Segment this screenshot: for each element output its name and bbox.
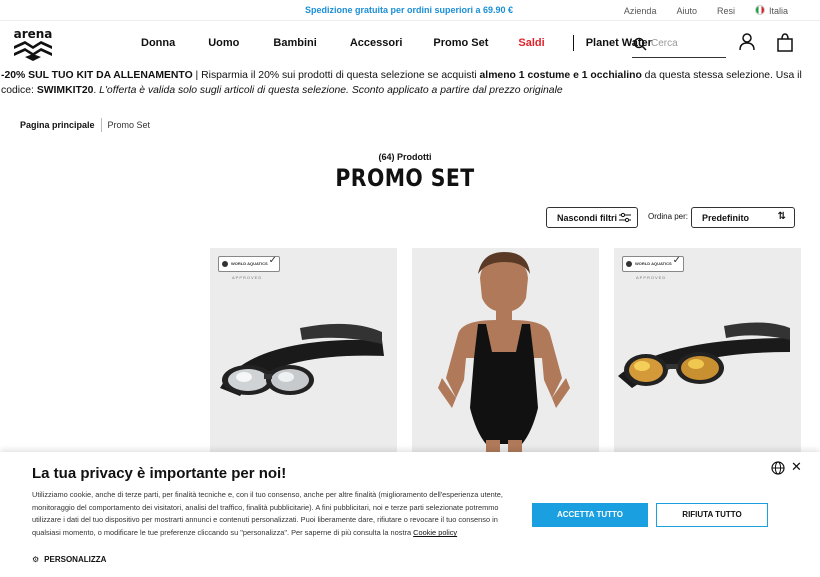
cookie-title: La tua privacy è importante per noi! <box>32 465 287 482</box>
sort-arrows-icon: ⇅ <box>777 211 786 222</box>
reject-all-button[interactable]: RIFIUTA TUTTO <box>656 503 768 527</box>
link-resi[interactable]: Resi <box>717 6 735 16</box>
gear-icon: ⚙ <box>32 555 40 564</box>
sort-select[interactable]: Predefinito ⇅ <box>691 207 795 228</box>
cookie-policy-link[interactable]: Cookie policy <box>413 528 457 537</box>
main-nav: Donna Uomo Bambini Accessori Promo Set S… <box>141 35 652 51</box>
nav-accessori[interactable]: Accessori <box>350 37 403 51</box>
page-title: PROMO SET <box>335 164 475 192</box>
country-label: Italia <box>768 6 788 16</box>
offer-note: L'offerta è valida solo sugli articoli d… <box>99 85 563 96</box>
product-card-1[interactable]: WORLD AQUATICS ✓ APPROVED <box>210 248 397 454</box>
main-header: arena Donna Uomo Bambini Accessori Promo… <box>0 21 820 67</box>
hide-filters-label: Nascondi filtri <box>557 213 618 223</box>
hide-filters-button[interactable]: Nascondi filtri <box>546 207 638 228</box>
cookie-body: Utilizziamo cookie, anche di terze parti… <box>32 489 517 540</box>
italy-flag-icon <box>754 5 765 15</box>
personalize-label: PERSONALIZZA <box>44 555 107 564</box>
nav-promo-set[interactable]: Promo Set <box>433 37 488 51</box>
logo-text: arena <box>14 27 53 41</box>
product-card-3[interactable]: WORLD AQUATICS ✓ APPROVED <box>614 248 801 454</box>
search-icon <box>633 37 647 51</box>
user-icon[interactable] <box>738 33 756 51</box>
breadcrumb-divider <box>100 118 102 132</box>
product-count: (64) Prodotti <box>378 152 432 162</box>
cookie-banner: La tua privacy è importante per noi! Uti… <box>0 452 820 577</box>
offer-code: SWIMKIT20 <box>36 85 94 96</box>
offer-text-1: | Risparmia il 20% sui prodotti di quest… <box>192 70 480 81</box>
swimsuit-model-image <box>438 252 570 454</box>
arena-logo[interactable]: arena <box>11 27 55 61</box>
country-selector[interactable]: Italia <box>754 5 788 16</box>
offer-bold-1: almeno 1 costume e 1 occhialino <box>479 70 642 81</box>
sort-value: Predefinito <box>702 213 750 223</box>
offer-banner: -20% SUL TUO KIT DA ALLENAMENTO | Rispar… <box>1 68 819 98</box>
breadcrumb-current: Promo Set <box>107 120 151 130</box>
search-placeholder: Cerca <box>651 38 678 49</box>
shopping-bag-icon[interactable] <box>776 33 794 52</box>
close-icon[interactable]: ✕ <box>791 459 802 475</box>
utility-links: Azienda Aiuto Resi Italia <box>624 5 788 16</box>
nav-saldi[interactable]: Saldi <box>518 37 544 51</box>
top-bar: Spedizione gratuita per ordini superiori… <box>0 0 820 21</box>
sort-label: Ordina per: <box>648 212 689 221</box>
nav-bambini[interactable]: Bambini <box>273 37 316 51</box>
offer-headline: -20% SUL TUO KIT DA ALLENAMENTO <box>1 70 193 81</box>
breadcrumb-home[interactable]: Pagina principale <box>20 120 95 130</box>
filter-sliders-icon <box>619 212 631 223</box>
personalize-button[interactable]: ⚙ PERSONALIZZA <box>32 555 106 564</box>
breadcrumb: Pagina principale Promo Set <box>20 118 150 132</box>
accept-all-button[interactable]: ACCETTA TUTTO <box>532 503 648 527</box>
shipping-promo: Spedizione gratuita per ordini superiori… <box>305 5 514 15</box>
nav-donna[interactable]: Donna <box>141 37 175 51</box>
nav-uomo[interactable]: Uomo <box>208 37 239 51</box>
nav-divider <box>572 35 574 51</box>
product-card-2[interactable] <box>412 248 599 454</box>
link-azienda[interactable]: Azienda <box>624 6 657 16</box>
search-input[interactable]: Cerca <box>632 32 726 58</box>
globe-icon[interactable] <box>771 461 785 475</box>
goggles-gold-image <box>618 322 790 388</box>
goggles-silver-image <box>220 323 384 396</box>
link-aiuto[interactable]: Aiuto <box>676 6 697 16</box>
